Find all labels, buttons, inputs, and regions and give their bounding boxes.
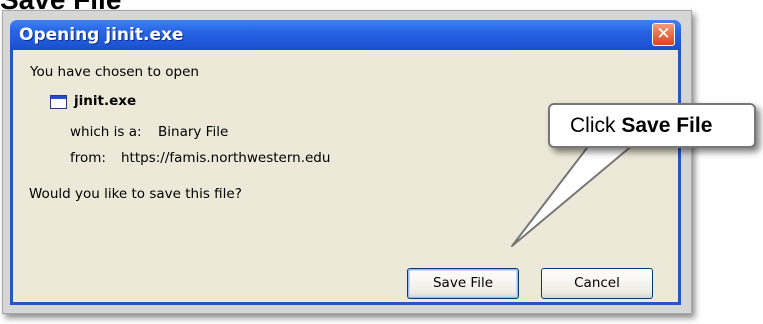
callout-emphasis: Save File xyxy=(621,114,713,137)
callout-prefix: Click xyxy=(570,114,622,137)
callout-text: Click Save File xyxy=(570,114,712,138)
instruction-callout: Click Save File xyxy=(548,103,756,148)
callout-pointer xyxy=(511,142,635,247)
